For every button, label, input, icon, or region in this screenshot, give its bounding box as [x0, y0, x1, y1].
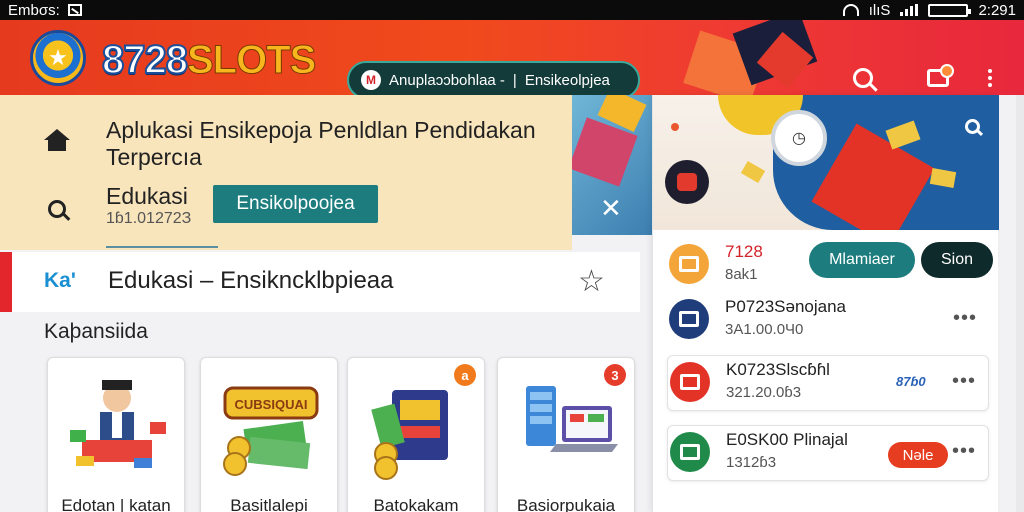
app-icon [670, 432, 710, 472]
money-illustration-icon: CUBSIQUAI [223, 386, 319, 476]
chat-icon [927, 64, 954, 87]
row-title: E0SK00 Plinajal [726, 430, 848, 449]
header-search-button[interactable] [845, 60, 881, 95]
header-decoration [660, 20, 840, 95]
logo-emblem-icon[interactable]: ★ [30, 30, 86, 86]
section-heading: Kaþansiida [44, 320, 148, 343]
row-title: K0723Slscɓɦl [726, 360, 830, 379]
app-root: Embσs: ılıS 2:291 ★ 8728SLOTS M Anuplaɔɔ… [0, 0, 1024, 512]
row-subtitle: 321.20.0ɓ3 [726, 384, 802, 401]
row-subtitle: 8ak1 [725, 266, 758, 283]
category-card[interactable]: Edotan | katan [47, 357, 185, 512]
card-art-text: CUBSIQUAI [235, 397, 308, 412]
panel-row[interactable]: P0723Sənojana 3Α1.00.0Ч0 ••• [667, 293, 989, 349]
panel-row[interactable]: K0723Slscɓɦl 321.20.0ɓ3 87ɓ0 ••• [667, 355, 989, 411]
app-icon [669, 299, 709, 339]
more-options-icon[interactable]: ••• [952, 370, 976, 393]
encyclopedia-button[interactable]: Ensikolpoojea [213, 185, 378, 223]
row-subtitle: 1312ɓ3 [726, 454, 777, 471]
network-indicator: ılıS [868, 1, 891, 19]
laptop-illustration-icon [526, 386, 618, 452]
pill-logo-icon: M [361, 70, 381, 90]
student-illustration-icon [70, 380, 166, 468]
scrollbar[interactable] [1016, 95, 1024, 512]
start-button[interactable]: Mlamiaer [809, 242, 915, 278]
close-icon[interactable]: ✕ [600, 195, 622, 221]
signal-icon [900, 4, 919, 16]
app-header: ★ 8728SLOTS M Anuplaɔɔbohlaa - | Ensikeo… [0, 20, 1024, 95]
panel-row[interactable]: 7128 8ak1 Mlamiaer Sion [667, 238, 993, 294]
panel-illustration: ◷ [653, 95, 999, 230]
kebab-icon [988, 69, 992, 87]
card-label: Basiorpukaia [516, 496, 616, 512]
pill-separator: | [512, 71, 517, 89]
breadcrumb-accent [0, 252, 12, 312]
status-text: Embσs: [8, 1, 60, 19]
home-icon[interactable] [44, 129, 70, 151]
logo-word: SLOTS [186, 38, 316, 83]
image-notification-icon [67, 4, 82, 16]
app-icon [670, 362, 710, 402]
app-icon [669, 244, 709, 284]
tab-underline [106, 246, 218, 248]
battery-icon [928, 3, 972, 17]
breadcrumb-prefix[interactable]: Ka' [44, 269, 76, 293]
card-label: Batokakam [373, 496, 459, 512]
side-panel: ◷ 7128 8ak1 Mlamiaer Sion P0723Sənojana … [652, 95, 999, 512]
more-options-icon[interactable]: ••• [953, 307, 977, 330]
map-pin-icon [665, 160, 709, 204]
edu-label: Edukasi [106, 183, 188, 209]
logo-number: 8728 [101, 37, 189, 83]
more-options-icon[interactable]: ••• [952, 440, 976, 463]
clock-icon: ◷ [771, 110, 827, 166]
signin-button[interactable]: Sion [921, 242, 993, 278]
header-menu-button[interactable] [972, 60, 1008, 95]
search-icon[interactable] [48, 200, 66, 218]
mini-brand-logo: 87ɓ0 [896, 374, 926, 389]
category-pill[interactable]: M Anuplaɔɔbohlaa - | Ensikeolpjea [347, 61, 640, 95]
row-title: P0723Sənojana [725, 297, 847, 316]
hero-illustration: ✕ [572, 95, 652, 235]
category-card[interactable]: 3 Basiorpukaia [497, 357, 635, 512]
clock: 2:291 [978, 1, 1016, 19]
row-subtitle: 3Α1.00.0Ч0 [725, 321, 804, 338]
category-card[interactable]: CUBSIQUAI Basitlalepi [200, 357, 338, 512]
category-card[interactable]: a Batokakam [347, 357, 485, 512]
favorite-star-icon[interactable]: ☆ [578, 264, 605, 299]
row-title: 7128 [725, 242, 763, 261]
header-chat-button[interactable] [920, 60, 956, 95]
card-label: Basitlalepi [230, 496, 308, 512]
page-title: Edukasi – Ensikncklbpieaa [108, 267, 394, 294]
status-button[interactable]: Nəle [888, 442, 948, 468]
status-bar: Embσs: ılıS 2:291 [0, 0, 1024, 20]
breadcrumb: Ka' Edukasi – Ensikncklbpieaa ☆ [0, 252, 640, 312]
search-icon[interactable] [965, 119, 980, 134]
search-icon [853, 68, 873, 88]
brand-logo[interactable]: 8728SLOTS [101, 37, 317, 83]
hero-title: Aplukasi Ensikepoja Penldlan Pendidakan … [106, 117, 536, 170]
pill-left-label: Anuplaɔɔbohlaa - [389, 71, 505, 89]
wallet-illustration-icon [371, 390, 448, 480]
edu-subtext: 1ɓ1.01272З [106, 210, 192, 227]
wifi-icon [842, 4, 859, 16]
card-label: Edotan | katan [61, 496, 171, 512]
panel-row[interactable]: E0SK00 Plinajal 1312ɓ3 Nəle ••• [667, 425, 989, 481]
pill-right-label: Ensikeolpjea [524, 71, 610, 89]
